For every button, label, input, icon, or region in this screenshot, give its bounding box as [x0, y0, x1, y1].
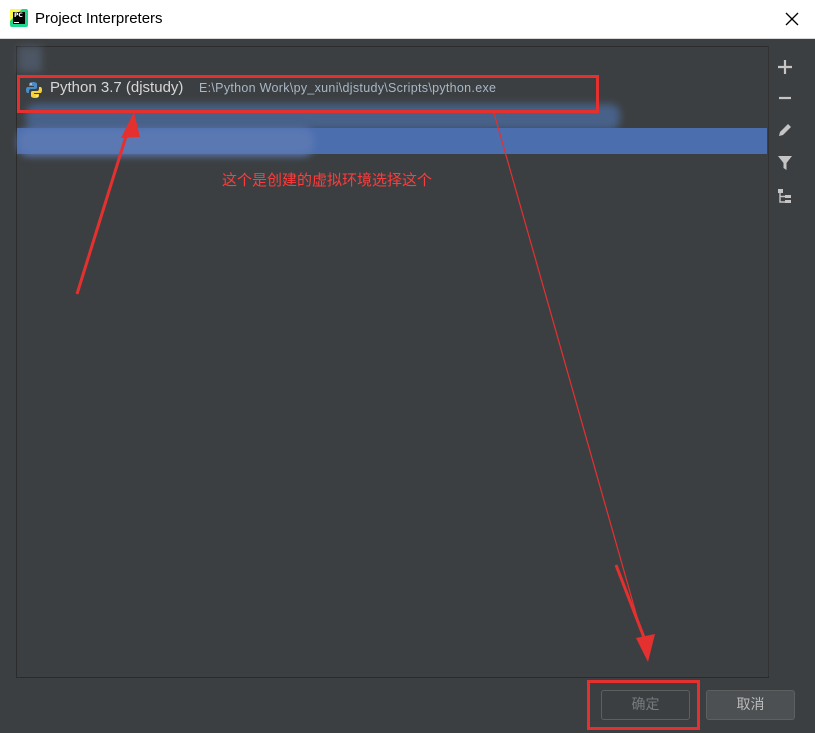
remove-button[interactable]: [775, 88, 795, 108]
ok-button[interactable]: 确定: [601, 690, 690, 720]
edit-icon: [779, 124, 791, 136]
close-button[interactable]: [777, 5, 807, 33]
window-title: Project Interpreters: [35, 10, 163, 27]
pycharm-icon: PC: [10, 9, 28, 27]
redacted-area: [18, 46, 42, 72]
add-button[interactable]: [775, 57, 795, 77]
annotation-text: 这个是创建的虚拟环境选择这个: [222, 171, 433, 189]
interpreter-toolbar: [768, 46, 801, 676]
cancel-button[interactable]: 取消: [706, 690, 795, 720]
close-icon: [785, 12, 799, 26]
filter-button[interactable]: [775, 153, 795, 173]
redacted-row: [18, 128, 314, 156]
edit-button[interactable]: [775, 120, 795, 140]
interpreter-highlight-box: [17, 75, 599, 113]
tree-icon: [778, 189, 791, 203]
remove-icon: [779, 96, 791, 100]
title-bar: PC Project Interpreters: [0, 0, 815, 39]
tree-button[interactable]: [775, 186, 795, 206]
add-icon: [778, 60, 792, 74]
filter-icon: [778, 156, 792, 170]
